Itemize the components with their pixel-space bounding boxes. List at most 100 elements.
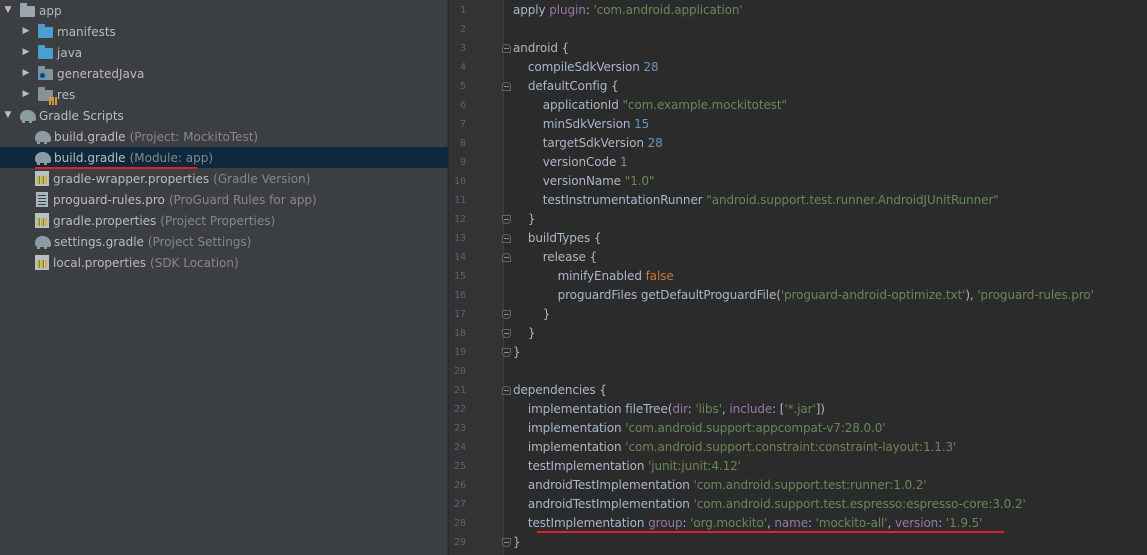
- tree-item[interactable]: ▶ res: [0, 84, 448, 105]
- code-token: version: [894, 516, 939, 530]
- tree-item[interactable]: gradle-wrapper.properties (Gradle Version…: [0, 168, 448, 189]
- line-number: 4: [459, 62, 466, 73]
- code-line: defaultConfig {: [513, 77, 619, 96]
- tree-item[interactable]: proguard-rules.pro (ProGuard Rules for ap…: [0, 189, 448, 210]
- tree-item[interactable]: build.gradle (Project: MockitoTest): [0, 126, 448, 147]
- code-line: dependencies {: [513, 381, 607, 400]
- gradle-icon: [20, 110, 36, 123]
- code-line: minSdkVersion 15: [513, 115, 650, 134]
- expand-arrow-icon[interactable]: ▼: [2, 0, 14, 21]
- tree-item[interactable]: ▼ Gradle Scripts: [0, 105, 448, 126]
- code-token: include: [729, 402, 773, 416]
- text-file-icon: [36, 192, 48, 207]
- folder-icon: [38, 24, 54, 40]
- fold-marker-icon[interactable]: [502, 215, 511, 224]
- code-token: }: [513, 345, 521, 359]
- code-token: :: [807, 516, 816, 530]
- code-token: 28: [643, 60, 659, 74]
- code-token: versionCode: [513, 155, 621, 169]
- line-number: 10: [453, 176, 466, 187]
- collapse-arrow-icon[interactable]: ▶: [20, 42, 32, 63]
- tree-item-label: gradle-wrapper.properties: [53, 171, 210, 186]
- code-token: ,: [887, 516, 895, 530]
- properties-file-icon: [35, 255, 49, 270]
- line-number: 11: [453, 195, 466, 206]
- fold-marker-icon[interactable]: [502, 234, 511, 243]
- code-token: "com.example.mockitotest": [622, 98, 787, 112]
- code-token: 'com.android.support.test:runner:1.0.2': [693, 478, 927, 492]
- code-token: release {: [513, 250, 598, 264]
- line-number: 14: [453, 252, 466, 263]
- gradle-file-icon: [35, 131, 51, 144]
- line-number: 17: [453, 309, 466, 320]
- code-line: targetSdkVersion 28: [513, 134, 663, 153]
- code-token: dependencies {: [513, 383, 607, 397]
- line-number: 13: [453, 233, 466, 244]
- code-token: :: [682, 516, 691, 530]
- code-token: }: [513, 212, 536, 226]
- fold-marker-icon[interactable]: [502, 348, 511, 357]
- line-number: 9: [459, 157, 466, 168]
- line-number: 28: [453, 518, 466, 529]
- code-token: '1.9.5': [945, 516, 983, 530]
- code-token: }: [513, 535, 521, 549]
- tree-item-hint: (Project: MockitoTest): [129, 129, 259, 144]
- collapse-arrow-icon[interactable]: ▶: [20, 21, 32, 42]
- tree-item[interactable]: ▶ manifests: [0, 21, 448, 42]
- code-token: minSdkVersion: [513, 117, 635, 131]
- code-token: 'mockito-all': [815, 516, 888, 530]
- code-token: versionName: [513, 174, 625, 188]
- fold-marker-icon[interactable]: [502, 82, 511, 91]
- code-token: android {: [513, 41, 570, 55]
- tree-item[interactable]: gradle.properties (Project Properties): [0, 210, 448, 231]
- tree-item[interactable]: build.gradle (Module: app): [0, 147, 448, 168]
- code-token: implementation: [513, 440, 626, 454]
- fold-marker-icon[interactable]: [502, 329, 511, 338]
- gradle-file-icon: [35, 152, 51, 165]
- fold-marker-icon[interactable]: [502, 538, 511, 547]
- fold-marker-icon[interactable]: [502, 44, 511, 53]
- fold-marker-icon[interactable]: [502, 310, 511, 319]
- tree-item[interactable]: ▼ app: [0, 0, 448, 21]
- code-token: applicationId: [513, 98, 623, 112]
- tree-item-label: manifests: [57, 24, 116, 39]
- code-line: implementation 'com.android.support.cons…: [513, 438, 956, 457]
- tree-item-label: settings.gradle: [54, 234, 144, 249]
- tree-item-label: proguard-rules.pro: [53, 192, 165, 207]
- line-number: 2: [459, 24, 466, 35]
- tree-item[interactable]: local.properties (SDK Location): [0, 252, 448, 273]
- code-line: compileSdkVersion 28: [513, 58, 659, 77]
- tree-item[interactable]: ▶ generatedJava: [0, 63, 448, 84]
- line-number: 15: [453, 271, 466, 282]
- code-token: 'proguard-rules.pro': [977, 288, 1094, 302]
- code-token: testImplementation: [513, 459, 649, 473]
- gradle-file-icon: [35, 236, 51, 249]
- expand-arrow-icon[interactable]: ▼: [2, 105, 14, 126]
- collapse-arrow-icon[interactable]: ▶: [20, 84, 32, 105]
- line-number: 7: [459, 119, 466, 130]
- tree-item[interactable]: settings.gradle (Project Settings): [0, 231, 448, 252]
- code-token: :: [938, 516, 946, 530]
- code-token: 'com.android.support.constraint:constrai…: [625, 440, 957, 454]
- code-token: testImplementation: [513, 516, 649, 530]
- code-editor[interactable]: 1 2 3 4 5 6 7 8 9 10 11 12 13 14 15 16 17 18 19 20 21 22 23 24 2…: [449, 0, 1147, 555]
- code-line: testImplementation 'junit:junit:4.12': [513, 457, 741, 476]
- fold-marker-icon[interactable]: [502, 253, 511, 262]
- line-number: 27: [453, 499, 466, 510]
- line-number: 6: [459, 100, 466, 111]
- annotation-underline: [35, 167, 197, 169]
- tree-item-hint: (Project Settings): [147, 234, 252, 249]
- code-token: androidTestImplementation: [513, 497, 694, 511]
- code-line: apply plugin: 'com.android.application': [513, 1, 743, 20]
- code-line: android {: [513, 39, 569, 58]
- fold-marker-icon[interactable]: [502, 386, 511, 395]
- tree-item-hint: (Module: app): [129, 150, 214, 165]
- code-token: 28: [647, 136, 663, 150]
- code-line: }: [513, 210, 536, 229]
- tree-item[interactable]: ▶ java: [0, 42, 448, 63]
- code-token: : [: [772, 402, 785, 416]
- collapse-arrow-icon[interactable]: ▶: [20, 63, 32, 84]
- line-number: 25: [453, 461, 466, 472]
- code-line: androidTestImplementation 'com.android.s…: [513, 495, 1026, 514]
- code-line: }: [513, 324, 536, 343]
